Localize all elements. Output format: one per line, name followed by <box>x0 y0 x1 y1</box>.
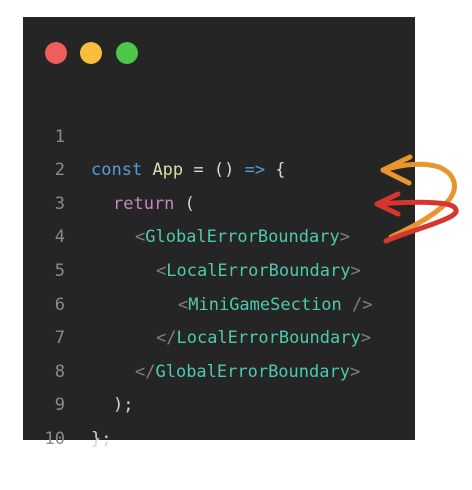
code-line-8: 8 ); <box>23 322 415 416</box>
code-line-1: 1 const App = () => { <box>23 87 415 181</box>
code-line-2: 2 return ( <box>23 121 415 214</box>
code-line-9: 9 }; <box>23 356 415 449</box>
maximize-window-button[interactable] <box>116 42 138 64</box>
code-line-3: 3 <GlobalErrorBoundary> <box>23 154 415 248</box>
line-number: 10 <box>44 428 65 449</box>
code-editor-window: 1 const App = () => { 2 return ( 3 <Glob… <box>23 17 415 449</box>
close-brace: }; <box>91 428 112 449</box>
minimize-window-button[interactable] <box>80 42 102 64</box>
code-line-10: 10 <box>23 389 415 449</box>
code-line-5: 5 <MiniGameSection /> <box>23 221 415 315</box>
close-window-button[interactable] <box>45 42 67 64</box>
code-line-4: 4 <LocalErrorBoundary> <box>23 188 415 281</box>
code-line-6: 6 </LocalErrorBoundary> <box>23 255 415 349</box>
code-line-7: 7 </GlobalErrorBoundary> <box>23 289 415 382</box>
code-block: 1 const App = () => { 2 return ( 3 <Glob… <box>23 87 415 449</box>
